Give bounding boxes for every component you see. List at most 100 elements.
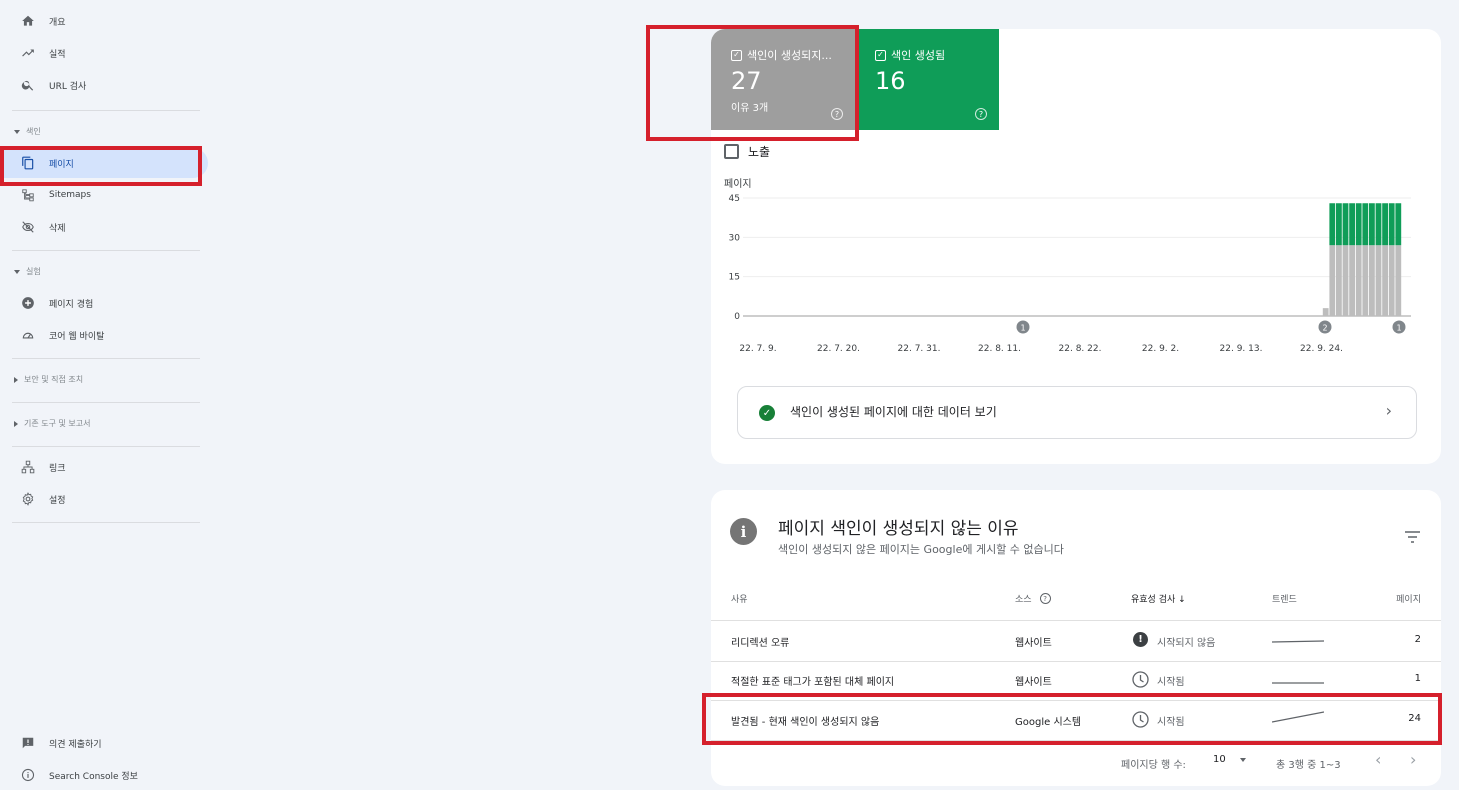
not-indexed-count: 27 <box>731 67 762 95</box>
bar-not-indexed <box>1329 245 1336 316</box>
view-indexed-link[interactable]: ✓ 색인이 생성된 페이지에 대한 데이터 보기 › <box>737 386 1417 439</box>
pages-chart: 페이지 0 15 30 45 22. 7. 9. 22. 7. 20. 22. 7. 31. 2… <box>724 178 1411 354</box>
section-legacy-tools[interactable]: 기존 도구 및 보고서 <box>14 418 91 429</box>
bar-indexed <box>1395 203 1402 246</box>
section-index[interactable]: 색인 <box>14 126 41 137</box>
x-tick-label: 22. 9. 2. <box>1142 344 1179 354</box>
filter-icon[interactable] <box>1405 528 1420 547</box>
check-circle-icon: ✓ <box>759 405 775 421</box>
bar-not-indexed <box>1362 245 1369 316</box>
divider <box>12 110 200 111</box>
sitemap-icon <box>20 187 36 203</box>
checkbox-checked-icon: ✓ <box>731 49 742 61</box>
impressions-checkbox[interactable] <box>724 144 739 159</box>
prev-page-icon[interactable]: ‹ <box>1375 750 1381 769</box>
header-source[interactable]: 소스? <box>1015 592 1051 605</box>
sidebar-item-about[interactable]: Search Console 정보 <box>0 760 200 790</box>
y-tick-label: 45 <box>729 194 740 204</box>
feedback-icon <box>20 735 36 751</box>
sidebar-item-performance[interactable]: 실적 <box>0 38 200 68</box>
bar-not-indexed <box>1369 245 1375 316</box>
trending-up-icon <box>20 45 36 61</box>
plus-circle-icon <box>20 295 36 311</box>
sidebar-item-removals[interactable]: 삭제 <box>0 212 200 242</box>
sidebar-item-page-experience[interactable]: 페이지 경험 <box>0 288 200 318</box>
divider <box>12 522 200 523</box>
sidebar-item-links[interactable]: 링크 <box>0 452 200 482</box>
tile-indexed[interactable]: ✓ 색인 생성됨 16 ? <box>855 29 999 130</box>
trend-sparkline <box>1272 640 1324 643</box>
header-trend[interactable]: 트렌드 <box>1272 592 1297 605</box>
trend-sparkline <box>1272 711 1324 723</box>
bar-not-indexed <box>1375 245 1382 316</box>
clock-icon <box>1132 711 1149 728</box>
sidebar-item-core-web-vitals[interactable]: 코어 웹 바이탈 <box>0 320 200 350</box>
bar-indexed <box>1388 203 1395 246</box>
links-icon <box>20 459 36 475</box>
tile-not-indexed[interactable]: ✓ 색인이 생성되지... 27 이유 3개 ? <box>711 29 855 130</box>
search-icon <box>20 77 36 93</box>
reasons-title: 페이지 색인이 생성되지 않는 이유 <box>778 519 1019 539</box>
divider <box>12 402 200 403</box>
status-card: ✓ 색인이 생성되지... 27 이유 3개 ? ✓ 색인 생성됨 16 ? 노출 … <box>711 29 1441 464</box>
reasons-card: i 페이지 색인이 생성되지 않는 이유 색인이 생성되지 않은 페이지는 Go… <box>711 490 1441 786</box>
section-security[interactable]: 보안 및 직접 조치 <box>14 374 83 385</box>
header-validation[interactable]: 유효성 검사 ↓ <box>1131 592 1186 605</box>
x-tick-label: 22. 7. 31. <box>898 344 941 354</box>
rows-per-page-label: 페이지당 행 수: <box>1121 760 1186 771</box>
chevron-right-icon: › <box>1385 401 1392 420</box>
impressions-toggle[interactable]: 노출 <box>724 143 770 160</box>
sidebar-item-overview[interactable]: 개요 <box>0 6 200 36</box>
indexed-count: 16 <box>875 67 906 95</box>
annotation-label: 1 <box>1020 324 1025 333</box>
help-icon[interactable]: ? <box>1039 593 1051 604</box>
y-tick-label: 0 <box>734 312 740 322</box>
divider <box>12 250 200 251</box>
sidebar-item-url-inspection[interactable]: URL 검사 <box>0 70 200 100</box>
pagination-range: 총 3행 중 1~3 <box>1276 760 1341 771</box>
not-indexed-reasons: 이유 3개 <box>731 103 769 114</box>
sidebar-item-settings[interactable]: 설정 <box>0 484 200 514</box>
help-icon[interactable]: ? <box>975 108 987 120</box>
x-tick-label: 22. 7. 20. <box>817 344 860 354</box>
y-tick-label: 15 <box>729 273 740 283</box>
bar-not-indexed <box>1349 245 1355 316</box>
bar-indexed <box>1382 203 1388 246</box>
help-icon[interactable]: ? <box>831 108 843 120</box>
home-icon <box>20 13 36 29</box>
dropdown-icon <box>1239 757 1246 762</box>
bar-indexed <box>1362 203 1369 246</box>
x-tick-label: 22. 8. 11. <box>978 344 1021 354</box>
header-pages[interactable]: 페이지 <box>1396 592 1421 605</box>
sidebar-item-sitemaps[interactable]: Sitemaps <box>0 180 200 210</box>
bar-not-indexed <box>1388 245 1395 316</box>
bar-indexed <box>1369 203 1375 246</box>
bar-not-indexed <box>1342 245 1349 316</box>
x-tick-label: 22. 7. 9. <box>739 344 776 354</box>
bar-not-indexed <box>1395 245 1402 316</box>
bar-not-indexed <box>1336 245 1342 316</box>
arrow-down-icon: ↓ <box>1178 595 1186 605</box>
bar-not-indexed <box>1382 245 1388 316</box>
rows-per-page-select[interactable]: 10 <box>1213 754 1246 765</box>
y-tick-label: 30 <box>729 233 741 243</box>
divider <box>12 358 200 359</box>
info-icon: i <box>730 518 757 545</box>
bar-indexed <box>1355 203 1362 246</box>
bar-not-indexed <box>1322 308 1329 316</box>
header-reason[interactable]: 사유 <box>731 592 748 605</box>
x-tick-label: 22. 9. 13. <box>1220 344 1263 354</box>
sidebar: 개요 실적 URL 검사 색인 페이지 Sitemaps 삭제 실험 페이지 경… <box>0 0 210 790</box>
bar-indexed <box>1375 203 1382 246</box>
reasons-subtitle: 색인이 생성되지 않은 페이지는 Google에 게시할 수 없습니다 <box>778 543 1064 556</box>
trend-sparkline <box>1272 682 1324 684</box>
section-experience[interactable]: 실험 <box>14 266 41 277</box>
divider <box>12 446 200 447</box>
sidebar-item-feedback[interactable]: 의견 제출하기 <box>0 728 200 758</box>
checkbox-checked-icon: ✓ <box>875 49 886 61</box>
sidebar-item-pages[interactable]: 페이지 <box>0 148 208 178</box>
speed-icon <box>20 327 36 343</box>
eye-off-icon <box>20 219 36 235</box>
bar-indexed <box>1349 203 1355 246</box>
next-page-icon[interactable]: › <box>1410 750 1416 769</box>
